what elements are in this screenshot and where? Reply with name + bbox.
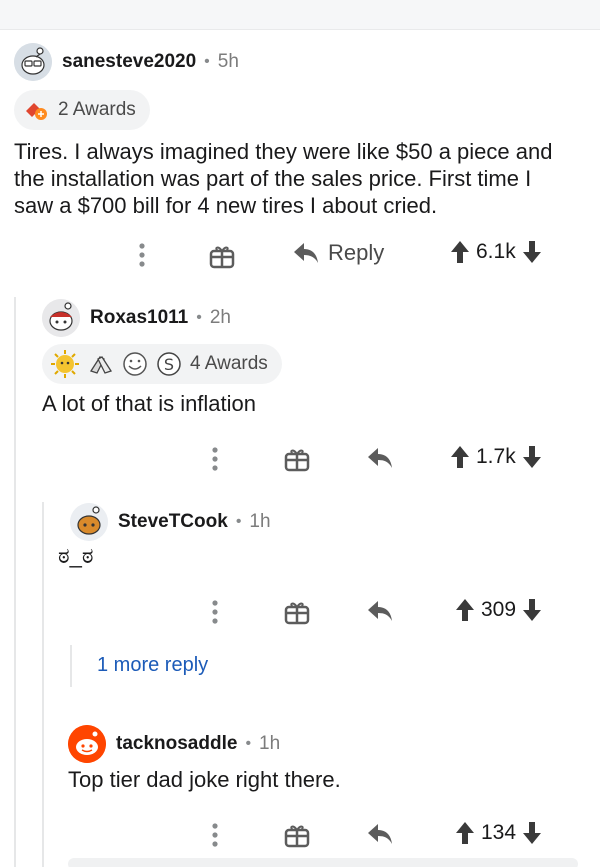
gift-icon [284,825,310,848]
downvote-arrow-icon[interactable] [522,240,542,264]
gift-icon [284,449,310,472]
user-avatar[interactable] [68,725,106,763]
svg-text:S: S [164,355,174,374]
thread-line[interactable] [42,502,44,867]
gift-icon [284,602,310,625]
scroll-indicator [68,858,578,867]
snoo-avatar-icon [70,503,108,541]
reply-label: Reply [328,240,385,265]
timestamp: 1h [259,733,281,754]
timestamp: 2h [209,307,231,328]
downvote-arrow-icon[interactable] [522,821,542,845]
more-options-icon [139,243,145,267]
user-avatar[interactable] [42,299,80,337]
vote-controls: 309 [455,598,542,622]
vote-controls: 6.1k [450,240,542,264]
vote-score: 309 [481,598,517,621]
more-options-button[interactable] [205,820,225,850]
comment-roxas1011: Roxas1011 • 2h S 4 Awards A lot of that … [42,298,582,417]
user-avatar[interactable] [14,43,52,81]
comment-stevetcook: SteveTCook • 1h ಠ_ಠ [58,502,580,569]
reply-arrow-icon [368,824,392,844]
reply-button[interactable] [366,598,394,624]
thread-line[interactable] [70,645,72,687]
vote-score: 6.1k [476,240,516,263]
give-award-button[interactable] [283,445,311,473]
award-icon [26,103,47,120]
top-separator-band [0,0,600,30]
vote-controls: 134 [455,821,542,845]
give-award-button[interactable] [208,242,236,270]
give-award-button[interactable] [283,821,311,849]
comment-header: SteveTCook • 1h [70,502,580,542]
downvote-arrow-icon[interactable] [522,598,542,622]
downvote-arrow-icon[interactable] [522,445,542,469]
gift-icon [209,246,235,269]
more-options-button[interactable] [205,597,225,627]
smile-award-icon [123,352,147,376]
give-award-button[interactable] [283,598,311,626]
upvote-arrow-icon[interactable] [455,598,475,622]
comment-body: ಠ_ಠ [58,543,94,568]
dollar-award-icon: S [157,352,181,376]
reply-button[interactable] [366,821,394,847]
separator-dot: • [235,513,242,530]
snoo-avatar-icon [42,299,80,337]
reply-arrow-icon [368,601,392,621]
comment-body: A lot of that is inflation [42,391,257,416]
user-avatar[interactable] [70,503,108,541]
awards-pill[interactable]: 2 Awards [14,90,150,130]
more-options-button[interactable] [132,240,152,270]
awards-count: 4 Awards [190,353,268,374]
snoo-avatar-icon [14,43,52,81]
reply-button[interactable] [366,445,394,471]
more-options-icon [212,600,218,624]
comment-header: Roxas1011 • 2h [42,298,582,338]
username[interactable]: SteveTCook [118,511,228,533]
more-options-button[interactable] [205,444,225,474]
separator-dot: • [245,735,252,752]
upvote-arrow-icon[interactable] [450,240,470,264]
upvote-arrow-icon[interactable] [450,445,470,469]
timestamp: 5h [217,51,239,72]
username[interactable]: tacknosaddle [116,733,237,755]
vote-score: 1.7k [476,445,516,468]
comment-body: Tires. I always imagined they were like … [14,139,553,218]
vote-controls: 1.7k [450,445,542,469]
username[interactable]: sanesteve2020 [62,51,196,73]
awards-pill[interactable]: S 4 Awards [42,344,282,384]
reply-arrow-icon [294,243,318,263]
vote-score: 134 [481,821,517,844]
sun-award-icon [51,350,79,378]
more-options-icon [212,447,218,471]
comment-body: Top tier dad joke right there. [68,767,341,792]
snoo-avatar-icon [68,725,106,763]
separator-dot: • [196,309,202,326]
separator-dot: • [204,53,210,70]
timestamp: 1h [249,511,271,532]
reply-arrow-icon [368,448,392,468]
upvote-arrow-icon[interactable] [455,821,475,845]
username[interactable]: Roxas1011 [90,307,188,329]
hands-award-icon [90,356,112,374]
more-replies-link[interactable]: 1 more reply [97,654,208,677]
comment-header: sanesteve2020 • 5h [14,42,584,82]
comment-sanesteve2020: sanesteve2020 • 5h 2 Awards Tires. I alw… [14,42,584,219]
comment-tacknosaddle: tacknosaddle • 1h Top tier dad joke righ… [68,724,578,793]
comment-header: tacknosaddle • 1h [68,724,578,764]
reply-button[interactable]: Reply [292,240,384,266]
thread-line[interactable] [14,297,16,867]
awards-count: 2 Awards [58,99,136,120]
more-options-icon [212,823,218,847]
